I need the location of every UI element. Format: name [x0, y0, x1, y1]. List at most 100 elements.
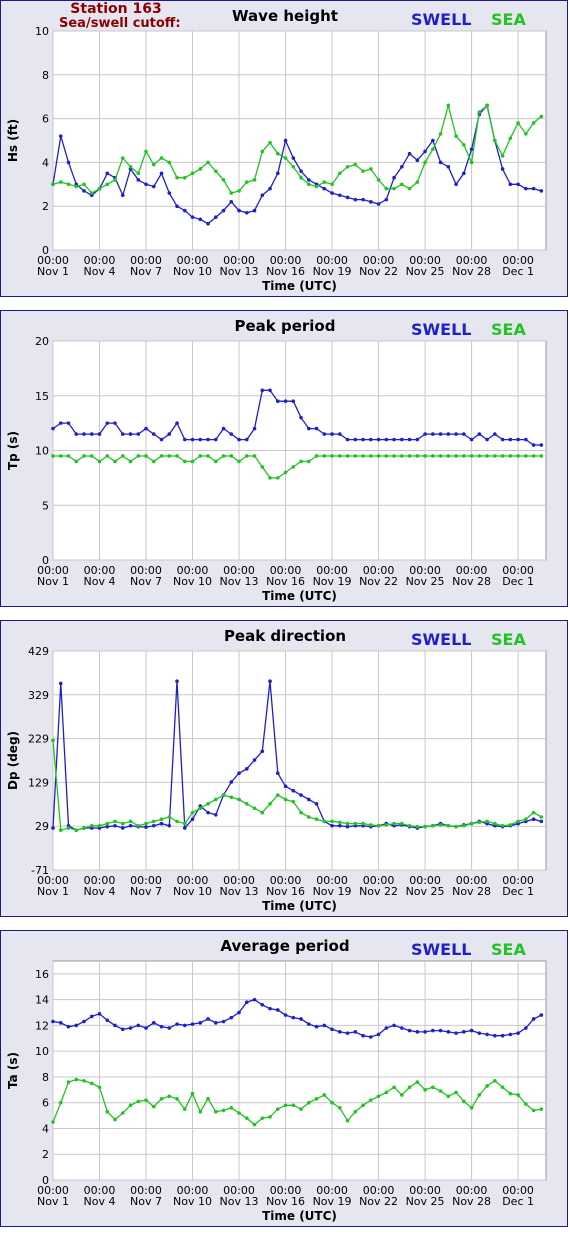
data-point-swell	[462, 1030, 466, 1034]
data-point-swell	[314, 1024, 319, 1029]
data-point-swell	[516, 182, 520, 187]
data-point-swell	[159, 1024, 164, 1029]
data-point-swell	[252, 426, 257, 431]
data-point-swell	[144, 426, 148, 431]
data-point-swell	[89, 432, 94, 436]
data-point-swell	[58, 681, 63, 686]
data-point-sea	[113, 459, 117, 464]
data-point-sea	[500, 823, 505, 828]
data-point-sea	[221, 1108, 226, 1113]
data-point-swell	[144, 825, 148, 829]
data-point-sea	[299, 459, 303, 464]
data-point-sea	[508, 1091, 513, 1096]
data-point-sea	[384, 1090, 389, 1095]
data-point-sea	[469, 454, 474, 458]
data-point-swell	[229, 780, 234, 784]
data-point-swell	[105, 824, 110, 829]
x-tick-date: Nov 7	[130, 1195, 162, 1208]
data-point-swell	[268, 186, 272, 191]
data-point-sea	[384, 823, 389, 827]
y-tick-label: 10	[35, 445, 49, 458]
data-point-sea	[524, 132, 528, 136]
data-point-sea	[384, 186, 389, 191]
data-point-sea	[198, 454, 203, 458]
data-point-sea	[252, 806, 257, 811]
x-tick-date: Nov 16	[266, 885, 305, 898]
data-point-sea	[97, 1085, 102, 1090]
data-point-swell	[136, 1023, 141, 1028]
data-point-swell	[384, 1026, 389, 1030]
x-axis-label: Time (UTC)	[262, 589, 337, 603]
data-point-sea	[415, 454, 420, 458]
x-tick-date: Nov 25	[406, 885, 445, 898]
x-tick-date: Nov 4	[84, 575, 116, 588]
data-point-swell	[206, 437, 210, 442]
x-tick-date: Nov 13	[220, 885, 259, 898]
data-point-swell	[213, 437, 218, 442]
data-point-sea	[66, 182, 71, 187]
data-point-sea	[353, 1109, 358, 1114]
data-point-swell	[151, 1021, 156, 1025]
data-point-sea	[462, 823, 466, 828]
data-point-sea	[376, 454, 381, 458]
data-point-sea	[508, 136, 513, 141]
data-point-swell	[446, 164, 451, 169]
data-point-sea	[283, 470, 288, 475]
data-point-sea	[493, 138, 497, 143]
data-point-sea	[221, 454, 226, 458]
x-tick-date: Nov 22	[359, 575, 398, 588]
data-point-swell	[291, 399, 296, 404]
data-point-sea	[51, 182, 55, 187]
data-point-swell	[539, 443, 544, 447]
data-point-swell	[221, 426, 226, 431]
x-tick-date: Dec 1	[502, 265, 534, 278]
data-point-swell	[105, 171, 110, 176]
data-point-swell	[260, 193, 265, 198]
data-point-swell	[485, 437, 489, 442]
data-point-sea	[105, 821, 110, 826]
data-point-sea	[105, 1109, 110, 1114]
data-point-swell	[58, 134, 63, 138]
data-point-sea	[469, 1106, 474, 1110]
data-point-swell	[454, 432, 458, 436]
average-period-panel: Average period SWELL SEA 0 2 4 6 8 10 12 14 16 00…	[0, 930, 568, 1227]
data-point-sea	[407, 186, 412, 191]
data-point-sea	[66, 454, 71, 458]
data-point-swell	[198, 217, 203, 222]
data-point-sea	[206, 160, 210, 165]
data-point-sea	[167, 454, 172, 458]
data-point-sea	[345, 164, 350, 169]
data-point-swell	[213, 1021, 218, 1025]
data-point-swell	[446, 432, 451, 436]
y-tick-label: 14	[35, 994, 49, 1007]
data-point-sea	[260, 465, 265, 469]
data-point-sea	[198, 167, 203, 171]
data-point-sea	[307, 1100, 311, 1105]
data-point-sea	[74, 459, 79, 464]
data-point-sea	[361, 454, 365, 458]
data-point-sea	[136, 823, 141, 828]
data-point-sea	[175, 175, 179, 180]
data-point-sea	[431, 823, 435, 828]
y-tick-label: 429	[28, 645, 49, 658]
x-tick-date: Nov 19	[313, 885, 352, 898]
x-tick-date: Nov 25	[406, 1195, 445, 1208]
data-point-sea	[175, 1097, 179, 1101]
data-point-sea	[516, 454, 520, 458]
data-point-sea	[423, 824, 427, 829]
data-point-sea	[221, 793, 226, 797]
data-point-sea	[128, 1103, 133, 1108]
data-point-swell	[105, 421, 110, 425]
data-point-sea	[314, 1097, 319, 1101]
data-point-sea	[338, 171, 342, 176]
data-point-swell	[128, 823, 133, 828]
data-point-swell	[159, 821, 164, 826]
data-point-swell	[113, 823, 117, 828]
x-tick-date: Nov 19	[313, 265, 352, 278]
data-point-sea	[244, 454, 249, 458]
peak-period-panel: Peak period SWELL SEA 0 5 10 15 20 00:00 Nov 1…	[0, 310, 568, 607]
data-point-swell	[400, 164, 404, 169]
data-point-swell	[213, 813, 218, 817]
x-tick-date: Nov 7	[130, 575, 162, 588]
data-point-sea	[120, 454, 125, 458]
